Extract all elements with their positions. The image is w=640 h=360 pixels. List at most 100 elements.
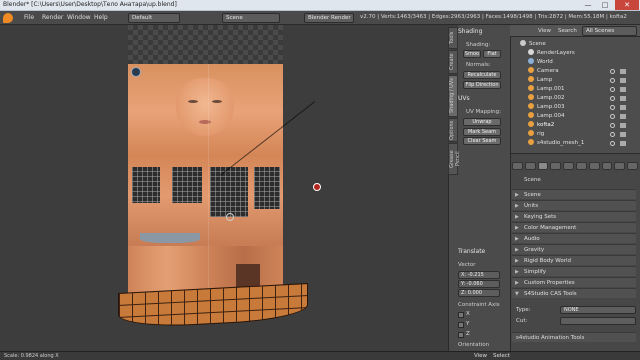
disclosure-arrow-icon[interactable]: ▶ bbox=[515, 192, 519, 198]
layout-selector[interactable]: Default bbox=[128, 13, 180, 23]
tab-options[interactable]: Options bbox=[448, 118, 458, 142]
unwrap-button[interactable]: Unwrap bbox=[463, 118, 501, 126]
render-camera-icon[interactable] bbox=[620, 69, 626, 74]
clear-seam-button[interactable]: Clear Seam bbox=[463, 137, 501, 145]
outliner-item[interactable]: Camera bbox=[528, 67, 559, 76]
tab-object-icon[interactable] bbox=[563, 162, 574, 170]
tab-grease-pencil[interactable]: Grease Pencil bbox=[448, 143, 461, 175]
outliner-filter-select[interactable]: All Scenes bbox=[582, 26, 637, 36]
tab-constraints-icon[interactable] bbox=[575, 162, 587, 170]
blender-logo-icon[interactable] bbox=[3, 13, 13, 23]
render-camera-icon[interactable] bbox=[620, 132, 626, 137]
properties-section[interactable]: ▶ Simplify bbox=[512, 266, 636, 276]
disclosure-arrow-icon[interactable]: ▶ bbox=[515, 225, 519, 231]
type-select[interactable]: NONE bbox=[560, 306, 636, 314]
visibility-eye-icon[interactable] bbox=[610, 78, 615, 83]
flat-button[interactable]: Flat bbox=[483, 50, 501, 58]
disclosure-arrow-icon[interactable]: ▶ bbox=[515, 247, 519, 253]
cut-field[interactable] bbox=[560, 317, 636, 325]
tab-create[interactable]: Create bbox=[448, 50, 458, 74]
minimize-button[interactable]: — bbox=[580, 0, 596, 10]
uvs-header[interactable]: UVs bbox=[458, 95, 470, 102]
outliner-item[interactable]: s4studio_mesh_1 bbox=[528, 139, 584, 148]
2d-cursor-icon[interactable] bbox=[313, 183, 321, 191]
vector-x-field[interactable]: X: -0.215 bbox=[458, 271, 500, 279]
menu-render[interactable]: Render bbox=[42, 14, 63, 21]
tab-render-icon[interactable] bbox=[512, 162, 523, 170]
properties-section[interactable]: ▶ Custom Properties bbox=[512, 277, 636, 287]
render-camera-icon[interactable] bbox=[620, 105, 626, 110]
disclosure-arrow-icon[interactable]: ▶ bbox=[515, 214, 519, 220]
properties-section[interactable]: ▼ S4Studio CAS Tools bbox=[512, 288, 636, 298]
properties-section[interactable]: ▶ Gravity bbox=[512, 244, 636, 254]
vector-y-field[interactable]: Y: -0.060 bbox=[458, 280, 500, 288]
status-select-menu[interactable]: Select bbox=[493, 353, 510, 359]
mark-seam-button[interactable]: Mark Seam bbox=[463, 128, 501, 136]
smooth-button[interactable]: Smoo bbox=[463, 50, 481, 58]
properties-section[interactable]: ▶ Scene bbox=[512, 189, 636, 199]
properties-section[interactable]: ▶ Audio bbox=[512, 233, 636, 243]
tab-texture-icon[interactable] bbox=[627, 162, 638, 170]
status-view-menu[interactable]: View bbox=[474, 353, 487, 359]
menu-file[interactable]: File bbox=[24, 14, 34, 21]
pivot-icon[interactable] bbox=[226, 213, 234, 221]
render-camera-icon[interactable] bbox=[620, 87, 626, 92]
render-camera-icon[interactable] bbox=[620, 123, 626, 128]
outliner-item[interactable]: World bbox=[528, 58, 553, 67]
render-engine-selector[interactable]: Blender Render bbox=[304, 13, 354, 23]
constraint-z-checkbox[interactable] bbox=[458, 332, 464, 338]
disclosure-arrow-icon[interactable]: ▶ bbox=[515, 203, 519, 209]
uv-image-editor[interactable] bbox=[0, 25, 448, 351]
visibility-eye-icon[interactable] bbox=[610, 114, 615, 119]
shading-header[interactable]: Shading bbox=[458, 28, 482, 35]
outliner-item[interactable]: Lamp.003 bbox=[528, 103, 565, 112]
outliner-view-menu[interactable]: View bbox=[538, 28, 551, 34]
tab-modifiers-icon[interactable] bbox=[588, 162, 600, 170]
outliner-item[interactable]: Scene bbox=[520, 40, 546, 49]
outliner-item[interactable]: Lamp.001 bbox=[528, 85, 565, 94]
close-button[interactable]: ✕ bbox=[615, 0, 639, 10]
recalculate-button[interactable]: Recalculate bbox=[463, 71, 501, 79]
tab-data-icon[interactable] bbox=[601, 162, 613, 170]
tab-tools[interactable]: Tools bbox=[448, 27, 458, 49]
render-camera-icon[interactable] bbox=[620, 114, 626, 119]
outliner-item[interactable]: Lamp.002 bbox=[528, 94, 565, 103]
properties-section[interactable]: ▶ Keying Sets bbox=[512, 211, 636, 221]
visibility-eye-icon[interactable] bbox=[610, 132, 615, 137]
visibility-eye-icon[interactable] bbox=[610, 69, 615, 74]
outliner-item[interactable]: rig bbox=[528, 130, 544, 139]
tab-world-icon[interactable] bbox=[550, 162, 562, 170]
visibility-eye-icon[interactable] bbox=[610, 87, 615, 92]
render-camera-icon[interactable] bbox=[620, 96, 626, 101]
disclosure-arrow-icon[interactable]: ▶ bbox=[515, 258, 519, 264]
disclosure-arrow-icon[interactable]: ▶ bbox=[515, 269, 519, 275]
properties-section[interactable]: ▶ Units bbox=[512, 200, 636, 210]
menu-help[interactable]: Help bbox=[94, 14, 108, 21]
translate-header[interactable]: Translate bbox=[458, 248, 485, 255]
disclosure-arrow-icon[interactable]: ▶ bbox=[515, 236, 519, 242]
tab-layers-icon[interactable] bbox=[524, 162, 536, 170]
maximize-button[interactable]: □ bbox=[597, 0, 613, 10]
tab-material-icon[interactable] bbox=[614, 162, 626, 170]
eye-icon[interactable] bbox=[131, 67, 141, 77]
visibility-eye-icon[interactable] bbox=[610, 96, 615, 101]
anim-tools-section[interactable]: s4studio Animation Tools bbox=[512, 332, 636, 342]
disclosure-arrow-icon[interactable]: ▼ bbox=[515, 291, 519, 297]
outliner-item[interactable]: Lamp.004 bbox=[528, 112, 565, 121]
visibility-eye-icon[interactable] bbox=[610, 105, 615, 110]
properties-section[interactable]: ▶ Color Management bbox=[512, 222, 636, 232]
visibility-eye-icon[interactable] bbox=[610, 141, 615, 146]
constraint-y-checkbox[interactable] bbox=[458, 322, 464, 328]
disclosure-arrow-icon[interactable]: ▶ bbox=[515, 280, 519, 286]
vector-z-field[interactable]: Z: 0.000 bbox=[458, 289, 500, 297]
constraint-x-checkbox[interactable] bbox=[458, 312, 464, 318]
outliner-search-menu[interactable]: Search bbox=[558, 28, 577, 34]
properties-section[interactable]: ▶ Rigid Body World bbox=[512, 255, 636, 265]
outliner-item[interactable]: RenderLayers bbox=[528, 49, 575, 58]
render-camera-icon[interactable] bbox=[620, 78, 626, 83]
render-camera-icon[interactable] bbox=[620, 141, 626, 146]
scene-selector[interactable]: Scene bbox=[222, 13, 280, 23]
outliner-item[interactable]: kofta2 bbox=[528, 121, 554, 130]
tab-shading-uvs[interactable]: Shading / UVs bbox=[448, 75, 458, 117]
visibility-eye-icon[interactable] bbox=[610, 123, 615, 128]
